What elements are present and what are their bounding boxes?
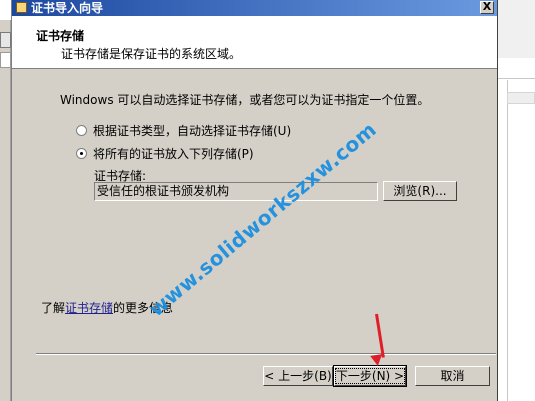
dialog-title: 证书导入向导 [31,1,104,15]
certificate-import-wizard-dialog: 证书导入向导 X 证书存储 证书存储是保存证书的系统区域。 Windows 可以… [11,0,498,401]
intro-text: Windows 可以自动选择证书存储，或者您可以为证书指定一个位置。 [60,93,430,107]
title-bar[interactable]: 证书导入向导 X [12,0,497,16]
page-subtitle: 证书存储是保存证书的系统区域。 [61,47,242,61]
next-button-label: 下一步(N) > [334,368,406,384]
radio-label[interactable]: 将所有的证书放入下列存储(P) [93,147,254,161]
radio-button[interactable] [76,125,87,136]
browse-button[interactable]: 浏览(R)... [383,181,457,201]
cancel-button[interactable]: 取消 [415,366,490,386]
background-right-panel [496,0,535,401]
wizard-header: 证书存储 证书存储是保存证书的系统区域。 [12,16,497,69]
certificate-store-field[interactable]: 受信任的根证书颁发机构 [94,182,378,201]
background-tab [0,52,11,68]
learn-more-prefix: 了解 [41,301,66,315]
background-divider [507,80,508,401]
close-button[interactable]: X [480,1,494,14]
background-box [507,92,535,104]
background-tab [0,32,11,48]
background-left-panel [0,20,11,401]
background-divider [497,78,535,79]
learn-more-link[interactable]: 证书存储 [65,301,113,315]
certificate-icon [16,2,27,13]
radio-label[interactable]: 根据证书类型，自动选择证书存储(U) [93,124,291,138]
red-arrow-shaft [375,313,385,358]
back-button[interactable]: < 上一步(B) [263,366,333,386]
red-arrow-head [370,354,384,367]
next-button[interactable]: 下一步(N) > [333,365,407,387]
page-title: 证书存储 [36,29,85,43]
radio-button-selected[interactable] [76,148,87,159]
background-toolbar [496,0,535,58]
footer-divider [36,354,496,355]
